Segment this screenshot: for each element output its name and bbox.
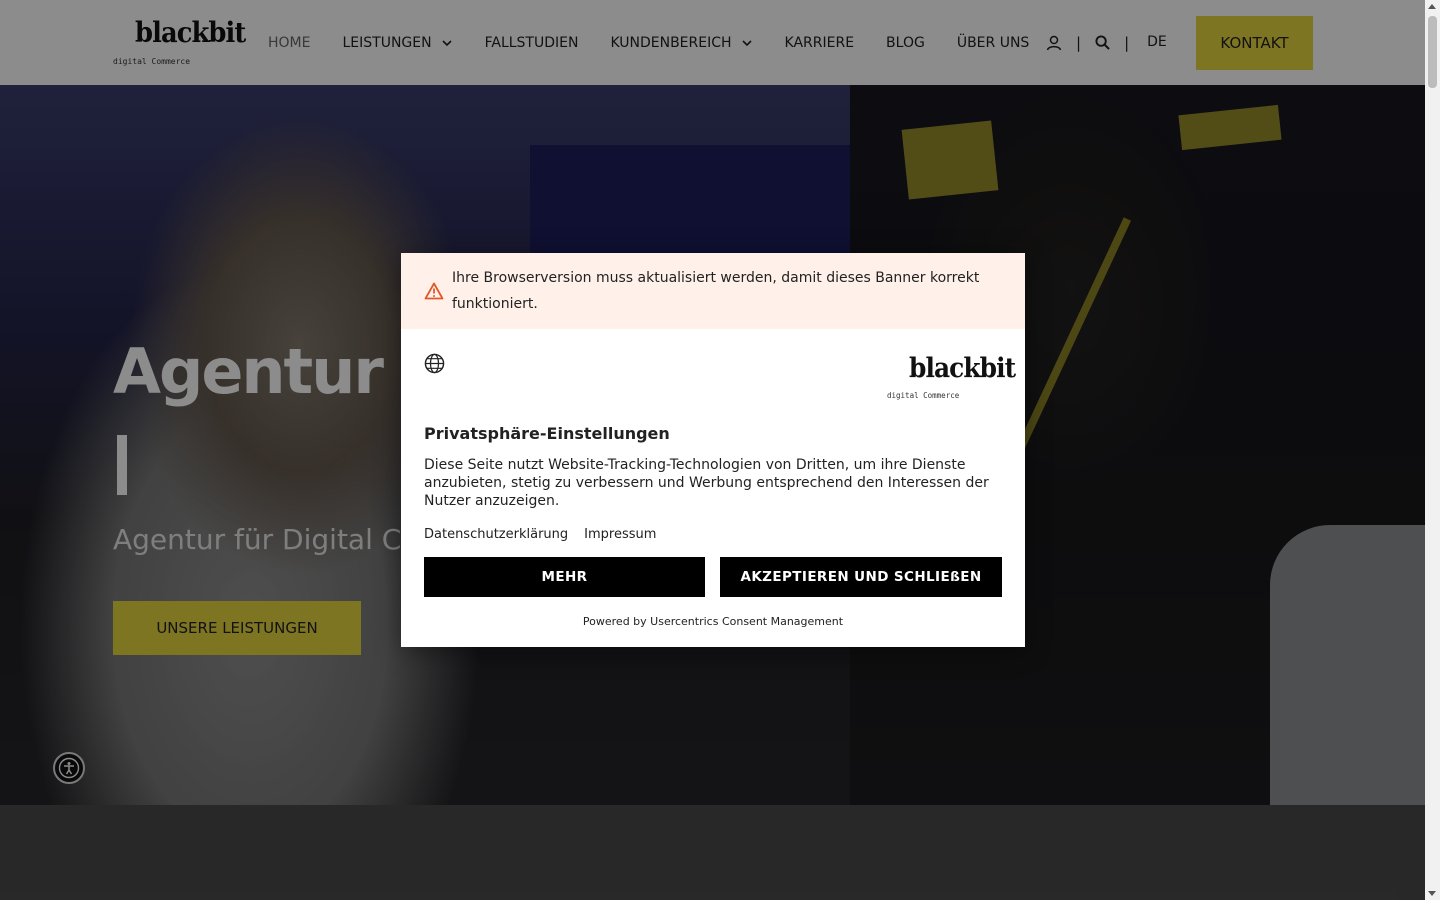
accept-and-close-button[interactable]: AKZEPTIEREN UND SCHLIEßEN	[720, 557, 1002, 597]
warning-text: Ihre Browserversion muss aktualisiert we…	[452, 270, 980, 312]
scrollbar[interactable]	[1425, 0, 1440, 900]
consent-description: Diese Seite nutzt Website-Tracking-Techn…	[424, 457, 989, 509]
warning-icon	[424, 282, 444, 300]
scrollbar-thumb[interactable]	[1428, 16, 1437, 88]
consent-links: Datenschutzerklärung Impressum	[424, 527, 672, 542]
powered-by-text: Powered by Usercentrics Consent Manageme…	[582, 615, 844, 628]
logo-wordmark: blackbit	[909, 353, 1016, 384]
logo-tagline: digital Commerce	[887, 391, 960, 400]
consent-dialog: Ihre Browserversion muss aktualisiert we…	[401, 253, 1025, 647]
consent-title: Privatsphäre-Einstellungen	[424, 424, 670, 443]
imprint-link[interactable]: Impressum	[584, 527, 656, 542]
privacy-policy-link[interactable]: Datenschutzerklärung	[424, 527, 568, 542]
browser-warning: Ihre Browserversion muss aktualisiert we…	[401, 253, 1025, 329]
scroll-down-arrow[interactable]	[1428, 891, 1436, 896]
scroll-up-arrow[interactable]	[1428, 4, 1436, 9]
consent-logo: blackbit digital Commerce	[887, 353, 1016, 403]
globe-icon[interactable]	[424, 353, 445, 374]
more-button[interactable]: MEHR	[424, 557, 705, 597]
